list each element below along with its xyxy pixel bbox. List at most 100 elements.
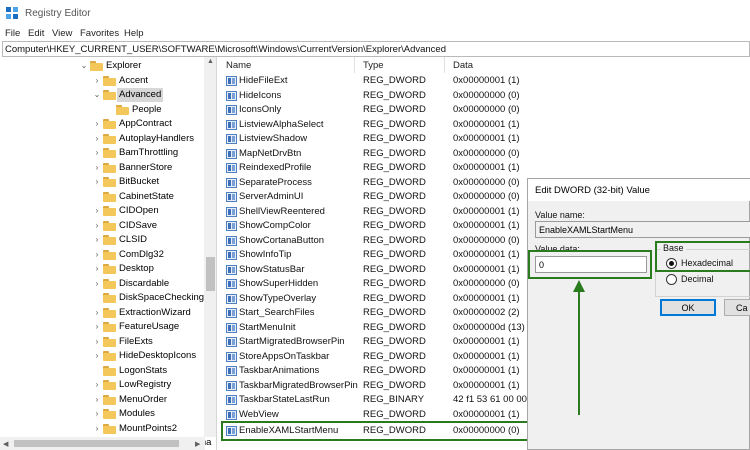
folder-icon (103, 206, 116, 216)
value-type: REG_DWORD (363, 408, 426, 420)
chevron-right-icon[interactable]: › (93, 322, 101, 332)
chevron-right-icon[interactable]: › (93, 163, 101, 173)
chevron-right-icon[interactable]: › (93, 424, 101, 434)
value-data: 0x00000001 (1) (453, 249, 520, 260)
value-name: TaskbarMigratedBrowserPin (239, 379, 358, 391)
column-header-data[interactable]: Data (445, 57, 750, 73)
cancel-button[interactable]: Ca (724, 299, 750, 316)
chevron-right-icon[interactable]: › (93, 409, 101, 419)
menu-bar: File Edit View Favorites Help (0, 26, 750, 41)
highlight-value-data (528, 250, 652, 279)
tree-node[interactable]: › CIDOpen (0, 204, 205, 218)
tree-node[interactable]: ⌄ Explorer (0, 59, 205, 73)
column-header-name[interactable]: Name (218, 57, 355, 73)
folder-icon (103, 148, 116, 158)
tree-node-label: BitBucket (119, 176, 160, 187)
value-type: REG_DWORD (363, 162, 426, 173)
chevron-right-icon[interactable]: › (93, 119, 101, 129)
chevron-right-icon[interactable]: › (93, 206, 101, 216)
tree-hscroll-thumb[interactable] (14, 440, 179, 447)
tree-node[interactable]: › HideDesktopIcons (0, 349, 205, 363)
value-type: REG_DWORD (363, 292, 426, 304)
tree-node[interactable]: › MenuOrder (0, 393, 205, 407)
tree-node-label: CIDSave (119, 219, 158, 231)
chevron-right-icon[interactable]: › (93, 337, 101, 347)
tree-node[interactable]: People (0, 103, 205, 117)
tree-node[interactable]: › BannerStore (0, 161, 205, 175)
chevron-right-icon[interactable]: › (93, 279, 101, 289)
registry-value-icon (226, 308, 237, 318)
tree-node[interactable]: › AppContract (0, 117, 205, 131)
chevron-down-icon[interactable]: ⌄ (80, 61, 88, 71)
tree-node[interactable]: › FileExts (0, 335, 205, 349)
menu-help[interactable]: Help (124, 28, 144, 39)
scroll-left-arrow-icon[interactable]: ◀ (3, 440, 8, 448)
tree-node[interactable]: › CIDSave (0, 219, 205, 233)
folder-icon (103, 351, 116, 361)
tree-node[interactable]: › BamThrottling (0, 146, 205, 160)
tree-node[interactable]: › ExtractionWizard (0, 306, 205, 320)
column-header-type[interactable]: Type (355, 57, 445, 73)
tree-vertical-scrollbar[interactable]: ▲ (204, 57, 216, 437)
value-name: StoreAppsOnTaskbar (239, 350, 330, 362)
scroll-right-arrow-icon[interactable]: ▶ (195, 440, 200, 448)
tree-scroll-thumb[interactable] (206, 257, 215, 291)
value-type: REG_DWORD (363, 263, 426, 275)
folder-icon (103, 133, 116, 144)
chevron-right-icon[interactable]: › (93, 308, 101, 318)
ok-button[interactable]: OK (660, 299, 716, 316)
value-type: REG_DWORD (363, 75, 426, 86)
scroll-up-arrow-icon[interactable]: ▲ (207, 58, 214, 65)
tree-node-label: MountPoints2 (119, 422, 178, 434)
tree-node[interactable]: › AutoplayHandlers (0, 132, 205, 146)
chevron-right-icon[interactable]: › (93, 148, 101, 158)
chevron-right-icon[interactable]: › (93, 250, 101, 260)
tree-node[interactable]: › LowRegistry (0, 378, 205, 392)
chevron-right-icon[interactable]: › (93, 264, 101, 274)
tree-horizontal-scrollbar[interactable]: ◀ ▶ (0, 437, 205, 450)
chevron-right-icon[interactable]: › (93, 351, 101, 361)
value-row[interactable]: ListviewShadow REG_DWORD 0x00000001 (1) (218, 132, 750, 147)
tree-node[interactable]: › MountPoints2 (0, 422, 205, 436)
chevron-right-icon[interactable]: › (93, 221, 101, 231)
chevron-right-icon[interactable]: › (93, 76, 101, 86)
tree-node-label: AppContract (119, 118, 172, 129)
tree-node[interactable]: › Accent (0, 74, 205, 88)
value-row[interactable]: ListviewAlphaSelect REG_DWORD 0x00000001 (… (218, 118, 750, 133)
registry-value-icon (226, 206, 237, 217)
value-data: 0x00000001 (1) (453, 162, 520, 173)
value-row[interactable]: HideIcons REG_DWORD 0x00000000 (0) (218, 89, 750, 104)
tree-node[interactable]: ⌄ Advanced (0, 88, 205, 102)
tree-node[interactable]: › FeatureUsage (0, 320, 205, 334)
tree-node[interactable]: › Desktop (0, 262, 205, 276)
address-bar[interactable]: Computer\HKEY_CURRENT_USER\SOFTWARE\Micr… (2, 41, 750, 57)
menu-edit[interactable]: Edit (28, 28, 44, 39)
chevron-down-icon[interactable]: ⌄ (93, 90, 101, 100)
chevron-right-icon[interactable]: › (93, 235, 101, 245)
menu-file[interactable]: File (5, 28, 20, 39)
value-row[interactable]: HideFileExt REG_DWORD 0x00000001 (1) (218, 74, 750, 89)
value-data: 0x00000001 (1) (453, 205, 520, 217)
tree-node[interactable]: › Discardable (0, 277, 205, 291)
tree-node[interactable]: › ComDlg32 (0, 248, 205, 262)
tree-node[interactable]: CabinetState (0, 190, 205, 204)
menu-favorites[interactable]: Favorites (80, 28, 119, 39)
menu-view[interactable]: View (52, 28, 72, 39)
registry-value-icon (226, 235, 237, 246)
tree-node[interactable]: DiskSpaceChecking (0, 291, 205, 305)
chevron-right-icon[interactable]: › (93, 134, 101, 144)
value-row[interactable]: IconsOnly REG_DWORD 0x00000000 (0) (218, 103, 750, 118)
tree-node[interactable]: › CLSID (0, 233, 205, 247)
chevron-right-icon[interactable]: › (93, 380, 101, 390)
chevron-right-icon[interactable]: › (93, 395, 101, 405)
value-row[interactable]: ReindexedProfile REG_DWORD 0x00000001 (1) (218, 161, 750, 176)
value-row[interactable]: MapNetDrvBtn REG_DWORD 0x00000000 (0) (218, 147, 750, 162)
key-tree[interactable]: ⌄ Explorer › Accent ⌄ Advanced People › AppContr… (0, 57, 217, 450)
tree-node[interactable]: › Modules (0, 407, 205, 421)
value-name: StartMigratedBrowserPin (239, 336, 345, 347)
decimal-radio[interactable] (666, 274, 677, 285)
tree-node[interactable]: › BitBucket (0, 175, 205, 189)
chevron-right-icon[interactable]: › (93, 177, 101, 187)
tree-node[interactable]: LogonStats (0, 364, 205, 378)
value-name: ShowInfoTip (239, 249, 292, 260)
